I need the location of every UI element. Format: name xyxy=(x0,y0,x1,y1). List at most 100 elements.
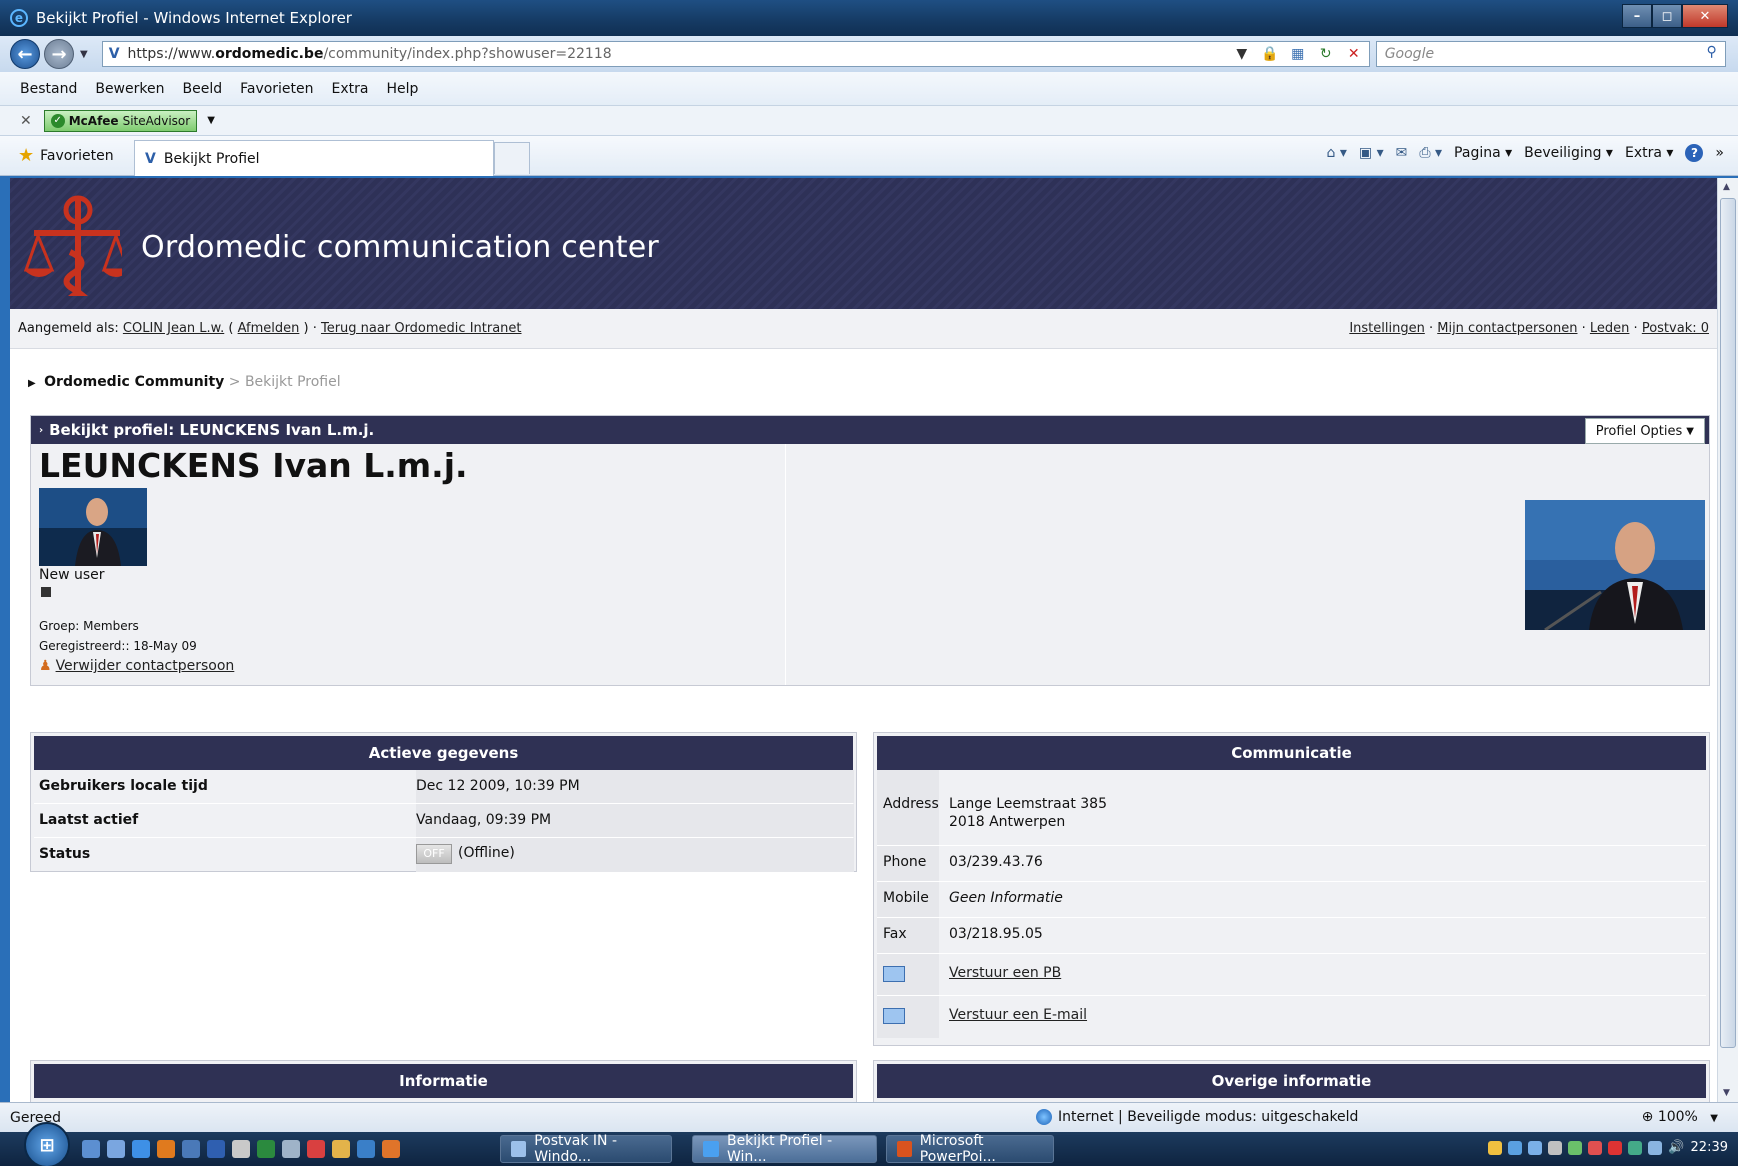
address-domain: ordomedic.be xyxy=(215,46,324,62)
breadcrumb-root[interactable]: Ordomedic Community xyxy=(44,374,224,390)
paint-quicklaunch-icon[interactable] xyxy=(307,1140,325,1158)
lock-icon[interactable]: 🔒 xyxy=(1259,44,1281,64)
publisher-quicklaunch-icon[interactable] xyxy=(357,1140,375,1158)
show-desktop-icon[interactable] xyxy=(82,1140,100,1158)
scrollbar-thumb[interactable] xyxy=(1720,198,1736,1048)
start-button[interactable]: ⊞ xyxy=(24,1122,70,1166)
current-user-link[interactable]: COLIN Jean L.w. xyxy=(123,321,224,336)
maximize-button[interactable]: ◻ xyxy=(1652,4,1682,28)
home-icon[interactable]: ⌂ ▾ xyxy=(1327,145,1347,161)
mail-app-icon xyxy=(511,1141,527,1157)
address-key: Address xyxy=(877,770,939,845)
print-icon[interactable]: ⎙ ▾ xyxy=(1419,145,1442,161)
tray-icon-1[interactable] xyxy=(1488,1140,1503,1155)
taskbar-outlook[interactable]: Postvak IN - Windo... xyxy=(500,1133,672,1165)
menu-item-favorieten[interactable]: Favorieten xyxy=(234,81,319,97)
siteadvisor-button[interactable]: ✓ McAfee SiteAdvisor xyxy=(43,109,198,132)
network-icon[interactable] xyxy=(1648,1140,1663,1155)
chevron-more-icon[interactable]: » xyxy=(1715,145,1724,161)
send-email-link[interactable]: Verstuur een E-mail xyxy=(949,1007,1087,1023)
switch-windows-icon[interactable] xyxy=(107,1140,125,1158)
menu-item-bewerken[interactable]: Bewerken xyxy=(89,81,170,97)
recent-pages-dropdown[interactable]: ▼ xyxy=(80,49,88,60)
scroll-up-icon[interactable]: ▲ xyxy=(1723,182,1730,192)
ie-quicklaunch-icon[interactable] xyxy=(132,1140,150,1158)
favorites-button[interactable]: ★ Favorieten xyxy=(18,145,114,166)
phone-key: Phone xyxy=(877,846,939,881)
mail-icon[interactable]: ✉ xyxy=(1396,145,1408,161)
members-link[interactable]: Leden xyxy=(1590,321,1630,336)
pen-quicklaunch-icon[interactable] xyxy=(232,1140,250,1158)
address-input[interactable]: V https://www. ordomedic.be/community/ind… xyxy=(101,41,1370,67)
active-row-last-active: Laatst actief Vandaag, 09:39 PM xyxy=(34,804,854,838)
menu-item-bestand[interactable]: Bestand xyxy=(14,81,83,97)
word-quicklaunch-icon[interactable] xyxy=(207,1140,225,1158)
search-input[interactable]: Google ⚲ xyxy=(1375,41,1726,67)
local-time-key: Gebruikers locale tijd xyxy=(39,778,208,794)
comm-row-email: Verstuur een E-mail xyxy=(877,996,1706,1038)
taskbar-ie-label: Bekijkt Profiel - Win... xyxy=(726,1133,833,1165)
zoom-control[interactable]: ⊕ 100% ▼ xyxy=(1642,1109,1718,1125)
communication-panel: Communicatie Address Lange Leemstraat 38… xyxy=(873,732,1710,1046)
refresh-icon[interactable]: ↻ xyxy=(1315,44,1337,64)
profile-options-button[interactable]: Profiel Opties ▼ xyxy=(1584,418,1705,444)
forward-button[interactable]: → xyxy=(44,39,74,69)
stop-icon[interactable]: ✕ xyxy=(1343,44,1365,64)
new-tab-button[interactable] xyxy=(494,142,530,174)
firefox-quicklaunch-icon[interactable] xyxy=(157,1140,175,1158)
remove-contact-link[interactable]: ♟ Verwijder contactpersoon xyxy=(39,658,234,674)
send-pm-link[interactable]: Verstuur een PB xyxy=(949,965,1061,981)
tools-menu[interactable]: Extra ▾ xyxy=(1625,145,1673,161)
tab-bekijkt-profiel[interactable]: V Bekijkt Profiel xyxy=(134,140,494,176)
profile-header: › Bekijkt profiel: LEUNCKENS Ivan L.m.j.… xyxy=(31,416,1709,444)
breadcrumb-current: Bekijkt Profiel xyxy=(244,374,341,390)
tray-icon-3[interactable] xyxy=(1528,1140,1543,1155)
tray-icon-8[interactable] xyxy=(1628,1140,1643,1155)
tray-icon-6[interactable] xyxy=(1588,1140,1603,1155)
minimize-button[interactable]: – xyxy=(1622,4,1652,28)
taskbar-powerpoint[interactable]: Microsoft PowerPoi... xyxy=(886,1133,1054,1165)
back-button[interactable]: ← xyxy=(10,39,40,69)
contacts-link[interactable]: Mijn contactpersonen xyxy=(1437,321,1577,336)
remove-contact-label: Verwijder contactpersoon xyxy=(55,658,235,674)
profile-name: LEUNCKENS Ivan L.m.j. xyxy=(39,446,468,485)
help-icon[interactable]: ? xyxy=(1685,144,1704,162)
chevron-down-icon: ▼ xyxy=(1686,425,1694,437)
folder-quicklaunch-icon[interactable] xyxy=(332,1140,350,1158)
search-icon[interactable]: ⚲ xyxy=(1706,44,1716,60)
tray-icon-2[interactable] xyxy=(1508,1140,1523,1155)
close-toolbar-icon[interactable]: ✕ xyxy=(20,113,32,129)
person-icon: ♟ xyxy=(39,658,52,674)
logout-link[interactable]: Afmelden xyxy=(238,321,300,336)
app-quicklaunch-icon[interactable] xyxy=(182,1140,200,1158)
tray-icon-5[interactable] xyxy=(1568,1140,1583,1155)
vertical-scrollbar[interactable]: ▲ ▼ xyxy=(1717,178,1738,1102)
clock[interactable]: 22:39 xyxy=(1691,1140,1728,1155)
intranet-link[interactable]: Terug naar Ordomedic Intranet xyxy=(321,321,522,336)
user-bar-links: Instellingen · Mijn contactpersonen · Le… xyxy=(1349,321,1709,336)
check-icon: ✓ xyxy=(50,113,65,128)
menu-item-help[interactable]: Help xyxy=(381,81,425,97)
siteadvisor-dropdown-icon[interactable]: ▼ xyxy=(207,115,215,126)
tray-icon-7[interactable] xyxy=(1608,1140,1623,1155)
inbox-link[interactable]: Postvak: 0 xyxy=(1642,321,1709,336)
address-dropdown-icon[interactable]: ▼ xyxy=(1231,44,1253,64)
settings-link[interactable]: Instellingen xyxy=(1349,321,1425,336)
excel-quicklaunch-icon[interactable] xyxy=(257,1140,275,1158)
scroll-down-icon[interactable]: ▼ xyxy=(1723,1088,1730,1098)
volume-icon[interactable]: 🔊 xyxy=(1668,1140,1684,1155)
menu-item-extra[interactable]: Extra xyxy=(326,81,375,97)
page-menu[interactable]: Pagina ▾ xyxy=(1454,145,1512,161)
taskbar-outlook-label: Postvak IN - Windo... xyxy=(534,1133,618,1165)
printer-quicklaunch-icon[interactable] xyxy=(282,1140,300,1158)
powerpoint-quicklaunch-icon[interactable] xyxy=(382,1140,400,1158)
security-menu[interactable]: Beveiliging ▾ xyxy=(1524,145,1613,161)
compatibility-icon[interactable]: ▦ xyxy=(1287,44,1309,64)
menu-item-beeld[interactable]: Beeld xyxy=(176,81,228,97)
security-zone[interactable]: Internet | Beveiligde modus: uitgeschake… xyxy=(1036,1109,1358,1125)
tray-icon-4[interactable] xyxy=(1548,1140,1563,1155)
feeds-icon[interactable]: ▣ ▾ xyxy=(1359,145,1384,161)
powerpoint-icon xyxy=(897,1141,912,1157)
taskbar-ie[interactable]: Bekijkt Profiel - Win... xyxy=(692,1133,877,1165)
close-window-button[interactable]: ✕ xyxy=(1682,4,1728,28)
